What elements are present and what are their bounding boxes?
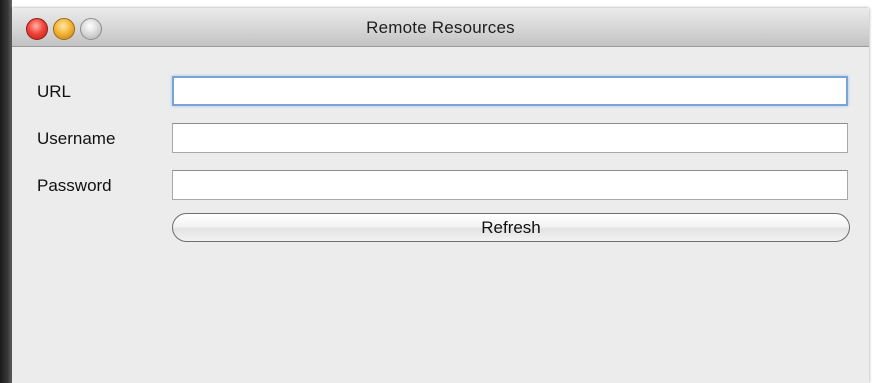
url-label: URL xyxy=(37,82,72,101)
url-input[interactable] xyxy=(172,76,848,106)
remote-resources-window: Remote Resources URL Username Password R… xyxy=(12,8,869,383)
window-title: Remote Resources xyxy=(366,18,515,37)
password-label: Password xyxy=(37,176,112,195)
screen: Remote Resources URL Username Password R… xyxy=(0,0,874,383)
username-label: Username xyxy=(37,129,116,148)
desktop-edge xyxy=(0,0,12,383)
refresh-button[interactable]: Refresh xyxy=(172,213,850,242)
username-input[interactable] xyxy=(172,123,848,153)
title-bar[interactable]: Remote Resources xyxy=(12,8,869,47)
password-input[interactable] xyxy=(172,170,848,200)
